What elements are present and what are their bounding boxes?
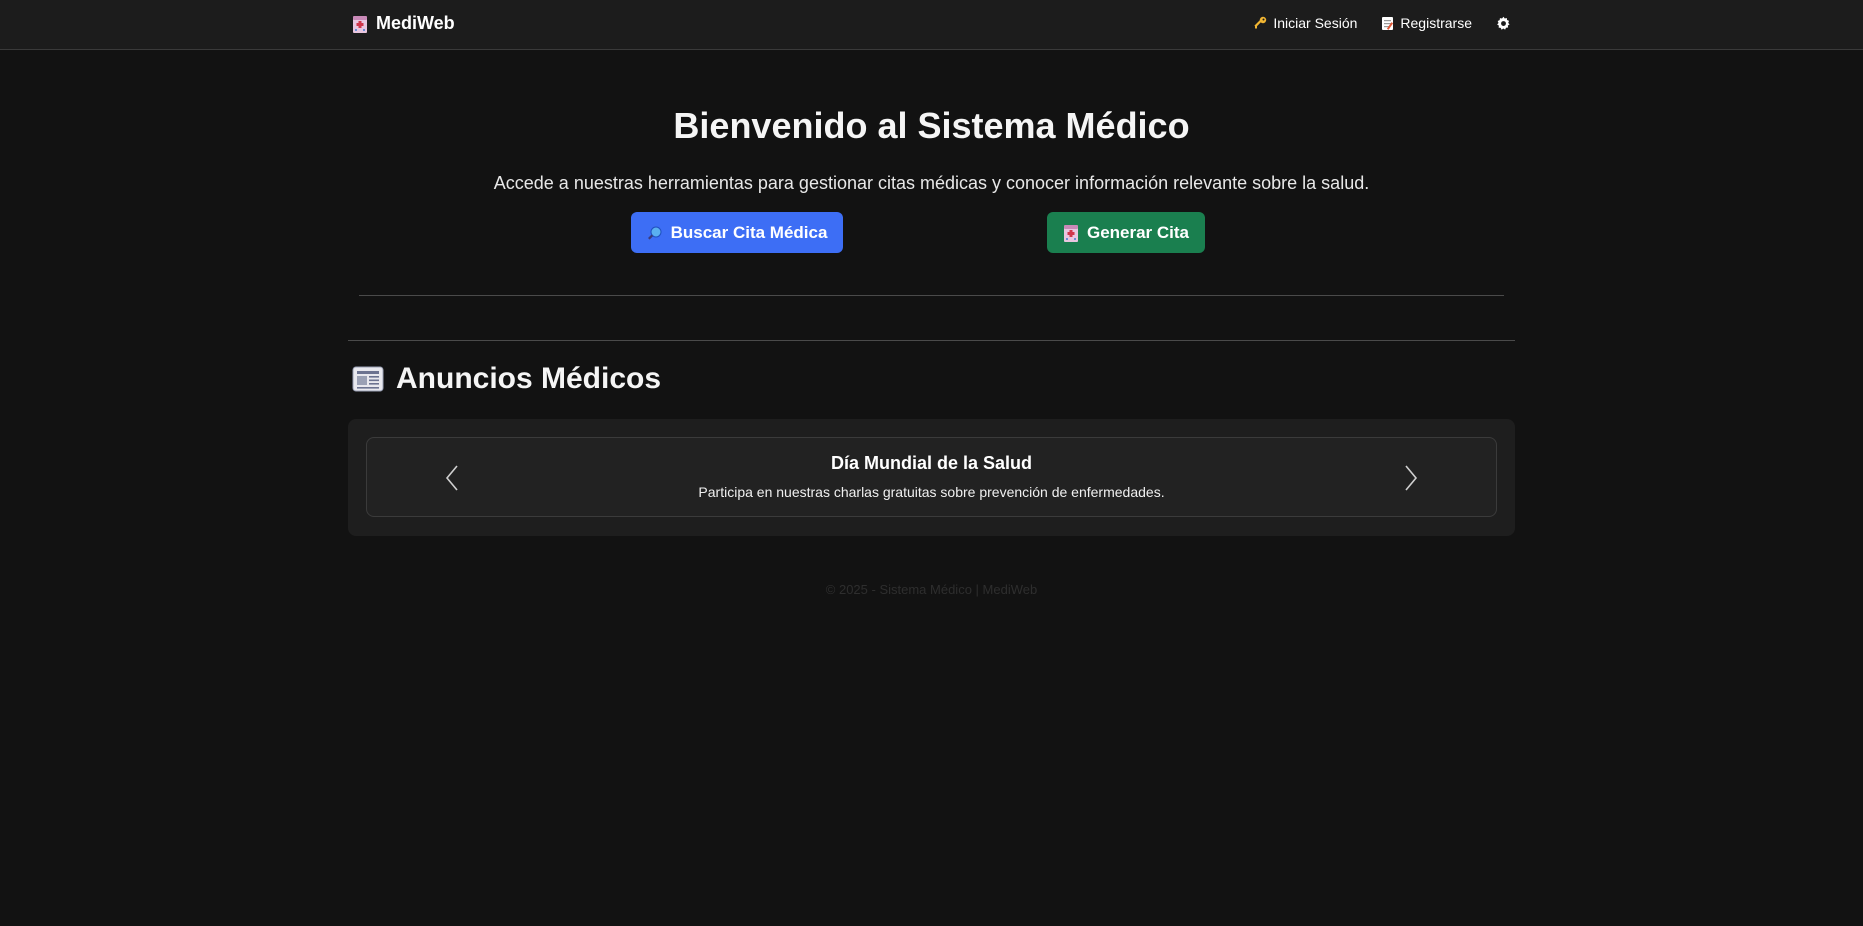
register-link[interactable]: Registrarse	[1381, 15, 1472, 31]
hospital-icon	[1063, 224, 1079, 242]
chevron-right-icon	[1403, 464, 1419, 492]
generate-appointment-button[interactable]: Generar Cita	[1047, 212, 1205, 253]
navbar: MediWeb Iniciar Sesión Registrarse	[0, 0, 1863, 50]
announcement-title: Día Mundial de la Salud	[830, 453, 1033, 473]
brand-name: MediWeb	[376, 13, 455, 33]
memo-icon	[1381, 16, 1394, 31]
login-link[interactable]: Iniciar Sesión	[1253, 15, 1357, 31]
register-label: Registrarse	[1400, 15, 1472, 31]
login-label: Iniciar Sesión	[1273, 15, 1358, 31]
announcements-title: Anuncios Médicos	[396, 362, 662, 395]
footer-text: © 2025 - Sistema Médico | MediWeb	[825, 582, 1038, 597]
announcements-heading: Anuncios Médicos	[352, 362, 661, 396]
gear-icon	[1496, 16, 1511, 31]
page-subtitle: Accede a nuestras herramientas para gest…	[493, 173, 1370, 193]
carousel-next-button[interactable]	[1396, 460, 1426, 496]
generate-appointment-label: Generar Cita	[1086, 222, 1190, 242]
search-appointment-button[interactable]: Buscar Cita Médica	[631, 212, 843, 253]
brand-link[interactable]: MediWeb	[352, 13, 455, 34]
search-appointment-label: Buscar Cita Médica	[670, 222, 828, 242]
announcement-carousel: Día Mundial de la Salud Participa en nue…	[366, 437, 1497, 517]
hospital-icon	[352, 15, 368, 33]
key-icon	[1253, 16, 1267, 30]
magnifier-icon	[647, 225, 663, 241]
announcement-text: Participa en nuestras charlas gratuitas …	[698, 484, 1165, 500]
nav-links: Iniciar Sesión Registrarse	[1253, 15, 1511, 31]
announcements-card: Día Mundial de la Salud Participa en nue…	[348, 419, 1515, 536]
divider	[359, 295, 1504, 296]
theme-toggle[interactable]	[1496, 16, 1511, 31]
page-title: Bienvenido al Sistema Médico	[673, 105, 1190, 146]
divider	[348, 340, 1515, 341]
newspaper-icon	[352, 365, 384, 393]
